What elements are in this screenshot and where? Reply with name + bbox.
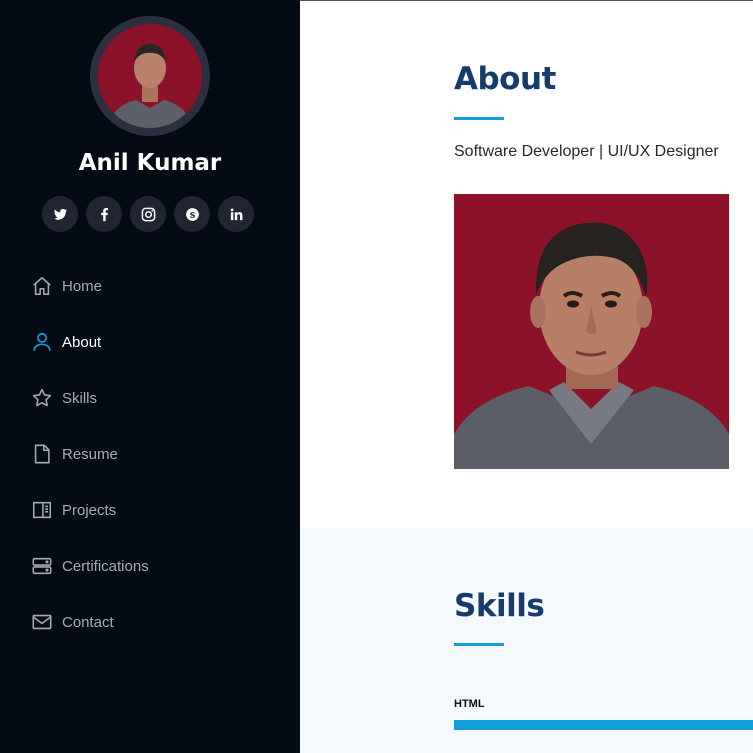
twitter-link[interactable] (42, 196, 78, 232)
nav-label-skills: Skills (62, 389, 98, 407)
book-half-icon (30, 498, 54, 522)
linkedin-icon (230, 208, 242, 220)
home-icon (30, 274, 54, 298)
skills-section: Skills HTML (300, 528, 753, 753)
instagram-link[interactable] (130, 196, 166, 232)
about-section: About Software Developer | UI/UX Designe… (300, 0, 753, 528)
profile-name: Anil Kumar (78, 150, 222, 176)
nav-label-about: About (62, 333, 102, 351)
linkedin-link[interactable] (218, 196, 254, 232)
about-title: About (454, 61, 556, 97)
skill-progress-fill-html (454, 720, 753, 730)
nav-item-home[interactable]: Home (30, 258, 149, 314)
sidebar: Anil Kumar Home About Skills Resume Proj… (0, 0, 300, 753)
nav-menu: Home About Skills Resume Projects Certif… (30, 270, 149, 662)
facebook-icon (100, 207, 108, 221)
nav-item-resume[interactable]: Resume (30, 426, 149, 482)
about-title-underline (454, 117, 504, 120)
social-links (42, 196, 254, 232)
about-photo (454, 194, 729, 469)
main-content: About Software Developer | UI/UX Designe… (300, 0, 753, 753)
nav-label-certifications: Certifications (62, 557, 149, 575)
nav-item-contact[interactable]: Contact (30, 594, 149, 650)
person-icon (30, 330, 54, 354)
star-icon (30, 386, 54, 410)
instagram-icon (141, 207, 155, 221)
nav-item-certifications[interactable]: Certifications (30, 538, 149, 594)
server-icon (30, 554, 54, 578)
skill-progress-html (454, 720, 753, 730)
profile-photo (98, 24, 202, 128)
nav-item-projects[interactable]: Projects (30, 482, 149, 538)
twitter-icon (53, 208, 67, 220)
nav-label-home: Home (62, 277, 103, 295)
nav-label-resume: Resume (62, 445, 118, 463)
about-subtitle: Software Developer | UI/UX Designer (454, 143, 719, 160)
skype-icon (185, 207, 199, 221)
skills-title-underline (454, 643, 504, 646)
nav-item-about[interactable]: About (30, 314, 149, 370)
profile-avatar (90, 16, 210, 136)
nav-item-skills[interactable]: Skills (30, 370, 149, 426)
nav-label-projects: Projects (62, 501, 117, 519)
skype-link[interactable] (174, 196, 210, 232)
facebook-link[interactable] (86, 196, 122, 232)
skill-label-html: HTML (454, 698, 485, 710)
skills-title: Skills (454, 588, 545, 624)
nav-label-contact: Contact (62, 613, 114, 631)
envelope-icon (30, 610, 54, 634)
file-icon (30, 442, 54, 466)
